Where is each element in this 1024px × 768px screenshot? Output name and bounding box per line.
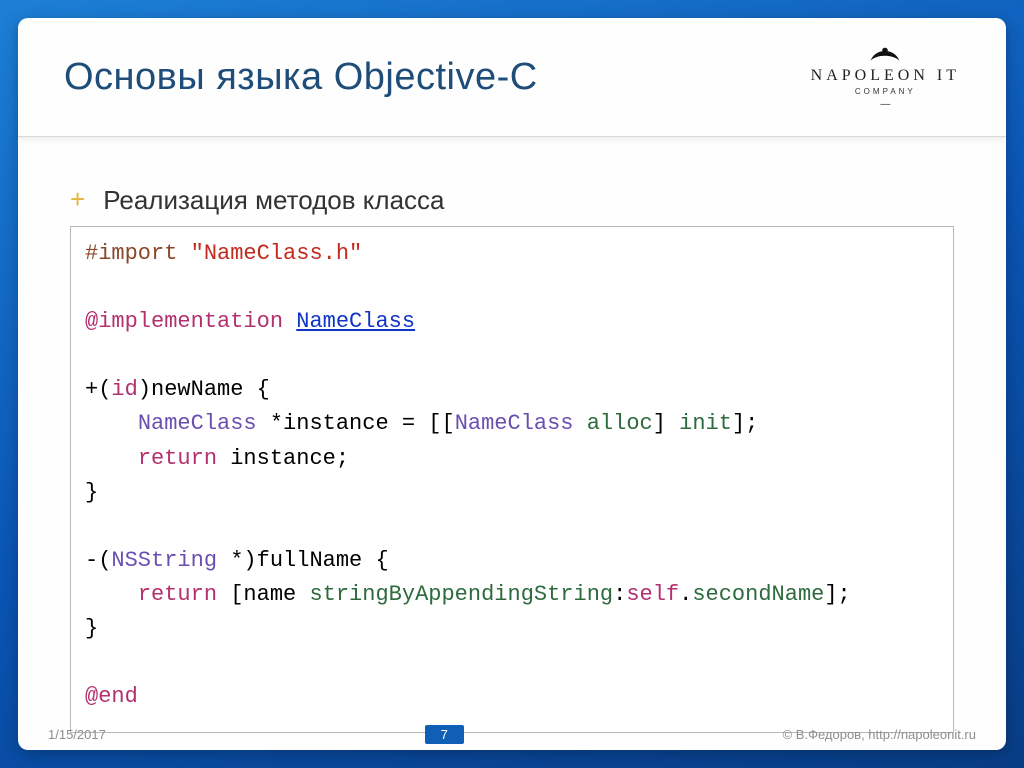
code-token: *instance = [[ xyxy=(257,411,455,436)
code-token: init xyxy=(679,411,732,436)
code-token: instance; xyxy=(217,446,349,471)
code-token: } xyxy=(85,480,98,505)
code-token: ]; xyxy=(732,411,758,436)
code-token: *)fullName { xyxy=(217,548,389,573)
slide-body: + Реализация методов класса #import "Nam… xyxy=(18,137,1006,733)
slide-frame: Основы языка Objective-C NAPOLEON IT COM… xyxy=(0,0,1024,768)
code-token: ]; xyxy=(824,582,850,607)
page-number-badge: 7 xyxy=(425,725,464,744)
code-token: return xyxy=(138,582,217,607)
logo-text-sub: COMPANY xyxy=(811,87,960,96)
footer-copyright: © В.Федоров, http://napoleonit.ru xyxy=(783,727,1006,742)
subtitle: Реализация методов класса xyxy=(103,185,444,216)
code-token: @end xyxy=(85,684,138,709)
bullet-plus-icon: + xyxy=(70,186,85,212)
code-token: "NameClass.h" xyxy=(191,241,363,266)
code-token: } xyxy=(85,616,98,641)
slide-card: Основы языка Objective-C NAPOLEON IT COM… xyxy=(18,18,1006,750)
footer: 1/15/2017 7 © В.Федоров, http://napoleon… xyxy=(18,718,1006,750)
company-logo: NAPOLEON IT COMPANY — xyxy=(811,45,960,110)
code-token: NameClass xyxy=(138,411,257,436)
code-token: ] xyxy=(653,411,679,436)
code-token: #import xyxy=(85,241,177,266)
code-token: +( xyxy=(85,377,111,402)
code-token: stringByAppendingString xyxy=(309,582,613,607)
code-token: self xyxy=(626,582,679,607)
code-token: NameClass xyxy=(455,411,574,436)
napoleon-hat-icon xyxy=(869,45,901,65)
header: Основы языка Objective-C NAPOLEON IT COM… xyxy=(18,18,1006,137)
code-token: return xyxy=(138,446,217,471)
code-token xyxy=(574,411,587,436)
code-token: )newName { xyxy=(138,377,270,402)
code-token: id xyxy=(111,377,137,402)
code-token: [name xyxy=(217,582,309,607)
code-token: : xyxy=(613,582,626,607)
code-token: . xyxy=(679,582,692,607)
code-token: secondName xyxy=(692,582,824,607)
code-token: NameClass xyxy=(296,309,415,334)
code-token: -( xyxy=(85,548,111,573)
slide-title: Основы языка Objective-C xyxy=(64,56,538,99)
logo-dash: — xyxy=(811,99,960,110)
footer-center: 7 xyxy=(106,725,783,744)
subtitle-row: + Реализация методов класса xyxy=(70,185,954,216)
code-token: alloc xyxy=(587,411,653,436)
footer-date: 1/15/2017 xyxy=(18,727,106,742)
code-token: @implementation xyxy=(85,309,283,334)
code-block: #import "NameClass.h" @implementation Na… xyxy=(70,226,954,733)
code-token xyxy=(85,411,138,436)
code-token: NSString xyxy=(111,548,217,573)
logo-text-main: NAPOLEON IT xyxy=(811,67,960,85)
